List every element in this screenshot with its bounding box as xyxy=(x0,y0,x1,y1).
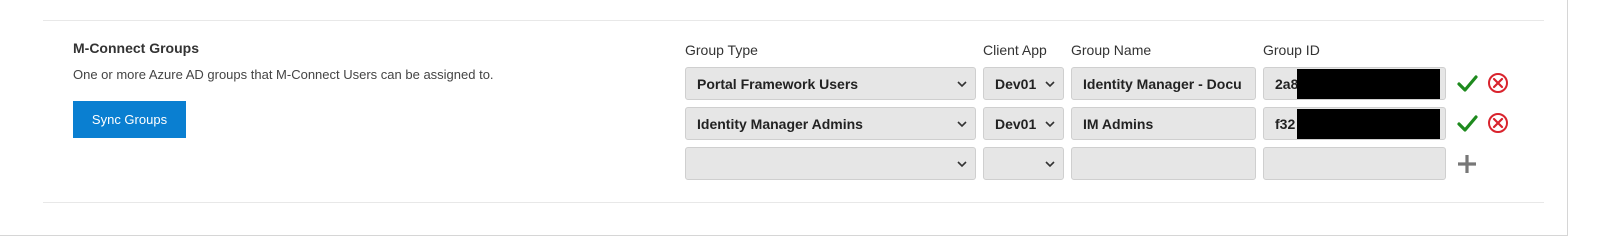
check-icon[interactable] xyxy=(1456,72,1478,94)
new-group-id-input[interactable] xyxy=(1263,147,1446,180)
cancel-icon[interactable] xyxy=(1487,112,1509,134)
section-description: One or more Azure AD groups that M-Conne… xyxy=(73,67,494,82)
new-client-app-select[interactable] xyxy=(983,147,1064,180)
column-header-group-id: Group ID xyxy=(1263,42,1320,58)
group-type-select[interactable]: Identity Manager Admins xyxy=(685,107,976,140)
section-title: M-Connect Groups xyxy=(73,40,199,56)
settings-panel: M-Connect Groups One or more Azure AD gr… xyxy=(0,0,1568,236)
client-app-value: Dev01 xyxy=(995,75,1037,92)
group-name-value: Identity Manager - Docu xyxy=(1083,75,1242,92)
chevron-down-icon xyxy=(957,81,967,88)
client-app-value: Dev01 xyxy=(995,115,1037,132)
group-name-input[interactable]: IM Admins xyxy=(1071,107,1256,140)
plus-icon[interactable] xyxy=(1456,153,1478,175)
client-app-select[interactable]: Dev01 xyxy=(983,67,1064,100)
chevron-down-icon xyxy=(957,121,967,128)
divider-top xyxy=(43,20,1544,21)
group-name-value: IM Admins xyxy=(1083,115,1154,132)
check-icon[interactable] xyxy=(1456,112,1478,134)
client-app-select[interactable]: Dev01 xyxy=(983,107,1064,140)
column-header-client-app: Client App xyxy=(983,42,1047,58)
column-header-group-name: Group Name xyxy=(1071,42,1152,58)
column-header-group-type: Group Type xyxy=(685,42,758,58)
group-type-select[interactable]: Portal Framework Users xyxy=(685,67,976,100)
group-type-value: Portal Framework Users xyxy=(697,75,859,92)
group-id-value: f32 xyxy=(1275,115,1296,132)
group-type-value: Identity Manager Admins xyxy=(697,115,863,132)
redaction-block xyxy=(1297,109,1440,139)
new-group-type-select[interactable] xyxy=(685,147,976,180)
chevron-down-icon xyxy=(957,161,967,168)
new-group-name-input[interactable] xyxy=(1071,147,1256,180)
sync-groups-button[interactable]: Sync Groups xyxy=(73,101,186,138)
group-id-value: 2a8 xyxy=(1275,75,1299,92)
chevron-down-icon xyxy=(1045,161,1055,168)
group-name-input[interactable]: Identity Manager - Docu xyxy=(1071,67,1256,100)
divider-bottom xyxy=(43,202,1544,203)
chevron-down-icon xyxy=(1045,121,1055,128)
redaction-block xyxy=(1297,69,1440,99)
chevron-down-icon xyxy=(1045,81,1055,88)
cancel-icon[interactable] xyxy=(1487,72,1509,94)
